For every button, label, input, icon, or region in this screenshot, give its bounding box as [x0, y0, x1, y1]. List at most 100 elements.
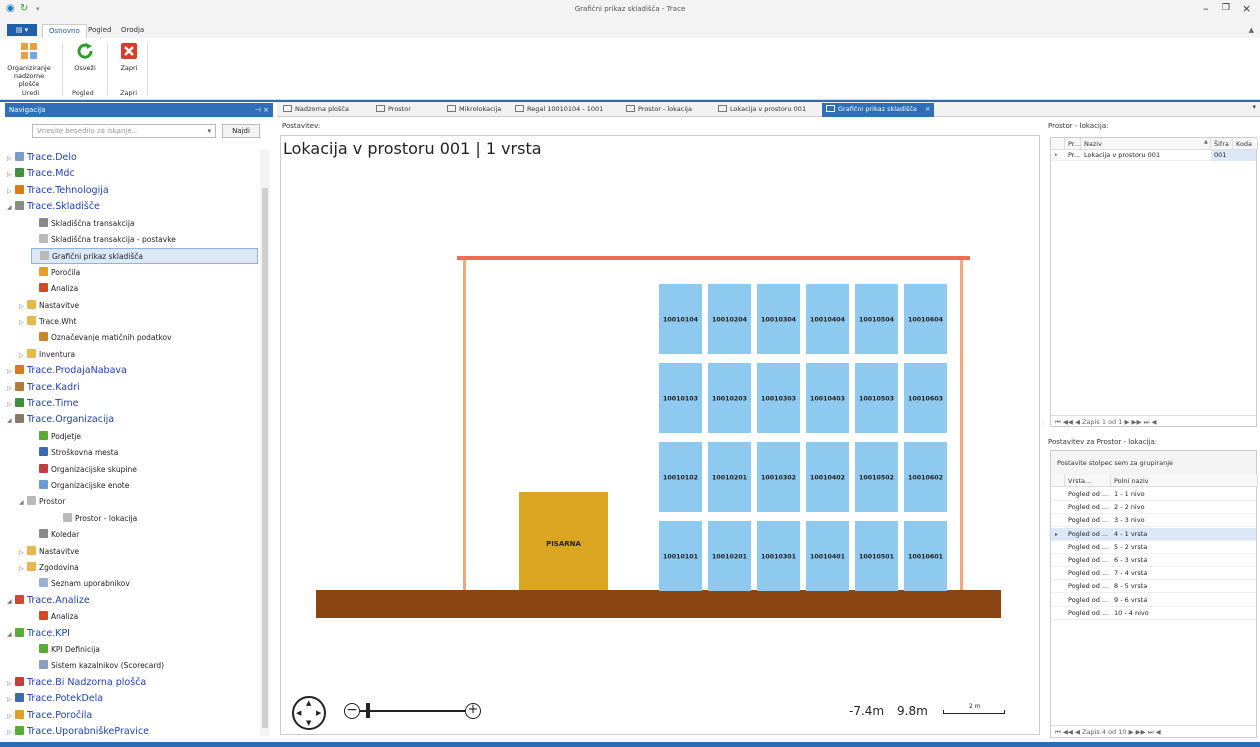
- sort-asc-icon[interactable]: ▲: [1204, 139, 1208, 145]
- expand-arrow-icon[interactable]: ▷: [7, 692, 15, 708]
- warehouse-scene[interactable]: PISARNA 10010104 10010204 10010304 10010404…: [283, 160, 1018, 630]
- expand-arrow-icon[interactable]: ▷: [7, 709, 15, 725]
- nav-item[interactable]: ▷ Trace.Bi Nadzorna plošča: [7, 675, 258, 691]
- col-header-pr[interactable]: Pr...: [1065, 138, 1081, 150]
- expand-arrow-icon[interactable]: ▷: [7, 151, 15, 167]
- doc-tab[interactable]: Regal 10010104 - 1001: [511, 103, 617, 117]
- nav-item[interactable]: ◢ Trace.Skladišče: [7, 199, 258, 215]
- minimize-icon[interactable]: –: [1203, 2, 1209, 15]
- pan-joystick-icon[interactable]: ▲ ▼ ◀ ▶: [292, 696, 326, 730]
- close-tab-icon[interactable]: ×: [923, 105, 930, 113]
- expand-arrow-icon[interactable]: ◢: [19, 495, 27, 511]
- col-header-sifra[interactable]: Šifra: [1211, 138, 1233, 150]
- table-row[interactable]: Pogled od ... 7 - 4 vrsta: [1051, 567, 1256, 581]
- doc-tab[interactable]: Nadzorna plošča: [279, 103, 367, 117]
- nav-item[interactable]: ◢ Trace.Organizacija: [7, 412, 258, 428]
- zoom-slider-thumb[interactable]: [366, 703, 370, 718]
- nav-item[interactable]: Analiza: [31, 281, 258, 297]
- zoom-slider[interactable]: [360, 710, 466, 712]
- doc-tab[interactable]: Lokacija v prostoru 001: [714, 103, 814, 117]
- nav-item[interactable]: Prostor - lokacija: [55, 511, 258, 527]
- nav-item[interactable]: Označevanje matičnih podatkov: [31, 330, 258, 346]
- close-button[interactable]: Zapri: [114, 42, 144, 72]
- chevron-down-icon[interactable]: ▾: [207, 125, 211, 137]
- zoom-out-icon[interactable]: −: [344, 703, 360, 719]
- nav-item[interactable]: ◢ Trace.KPI: [7, 626, 258, 642]
- expand-arrow-icon[interactable]: ▷: [7, 167, 15, 183]
- close-window-icon[interactable]: ×: [1242, 2, 1251, 15]
- col-header-polni-naziv[interactable]: Polni naziv: [1111, 475, 1258, 487]
- nav-item[interactable]: ▷ Trace.ProdajaNabava: [7, 363, 258, 379]
- table-row[interactable]: Pogled od ... 10 - 4 nivo: [1051, 607, 1256, 620]
- table-row[interactable]: Pogled od ... 8 - 5 vrsta: [1051, 580, 1256, 594]
- nav-item[interactable]: Skladiščna transakcija: [31, 216, 258, 232]
- file-menu-button[interactable]: ▤ ▾: [7, 24, 37, 36]
- expand-arrow-icon[interactable]: ▷: [7, 725, 15, 741]
- nav-item[interactable]: ◢ Prostor: [19, 494, 246, 510]
- table-row[interactable]: Pogled od ... 1 - 1 nivo: [1051, 488, 1256, 501]
- expand-arrow-icon[interactable]: ▷: [7, 184, 15, 200]
- table-row[interactable]: Pogled od ... 9 - 6 vrsta: [1051, 594, 1256, 607]
- expand-arrow-icon[interactable]: ▷: [7, 364, 15, 380]
- doc-tab[interactable]: Prostor: [372, 103, 438, 117]
- expand-arrow-icon[interactable]: ▷: [19, 315, 27, 331]
- nav-item[interactable]: Skladiščna transakcija - postavke: [31, 232, 258, 248]
- find-button[interactable]: Najdi: [222, 124, 260, 138]
- zoom-in-icon[interactable]: +: [465, 703, 481, 719]
- expand-arrow-icon[interactable]: ▷: [7, 676, 15, 692]
- nav-item[interactable]: Organizacijske skupine: [31, 462, 258, 478]
- table-row[interactable]: Pogled od ... 6 - 3 vrsta: [1051, 554, 1256, 567]
- table-row[interactable]: ▸ Pogled od ... 4 - 1 vrsta: [1051, 527, 1256, 541]
- expand-arrow-icon[interactable]: ▷: [19, 561, 27, 577]
- doc-tab[interactable]: Prostor - lokacija: [622, 103, 710, 117]
- doc-tab[interactable]: Grafični prikaz skladišča ×: [822, 103, 934, 117]
- tab-osnovno[interactable]: Osnovno: [42, 24, 87, 38]
- grid1-pager[interactable]: ⏮ ◀◀ ◀ Zapis 1 od 1 ▶ ▶▶ ⏭ ◀: [1051, 415, 1256, 427]
- col-header-koda[interactable]: Koda: [1233, 138, 1258, 150]
- nav-item[interactable]: ▷ Trace.Tehnologija: [7, 183, 258, 199]
- nav-item[interactable]: ◢ Trace.Analize: [7, 593, 258, 609]
- collapse-ribbon-icon[interactable]: ▲: [1249, 26, 1254, 34]
- col-header-vrsta[interactable]: Vrsta...: [1065, 475, 1111, 487]
- nav-item[interactable]: Organizacijske enote: [31, 478, 258, 494]
- expand-arrow-icon[interactable]: ◢: [7, 200, 15, 216]
- tab-pogled[interactable]: Pogled: [82, 24, 117, 38]
- table-row[interactable]: Pogled od ... 5 - 2 vrsta: [1051, 541, 1256, 554]
- scroll-thumb[interactable]: [262, 188, 268, 728]
- nav-item[interactable]: Koledar: [31, 527, 258, 543]
- expand-arrow-icon[interactable]: ▷: [19, 545, 27, 561]
- nav-item[interactable]: KPI Definicija: [31, 642, 258, 658]
- nav-item[interactable]: ▷ Trace.UporabniškePravice: [7, 724, 258, 740]
- panel-splitter[interactable]: ⋮: [1040, 420, 1046, 434]
- expand-arrow-icon[interactable]: ▷: [19, 348, 27, 364]
- tabs-dropdown-icon[interactable]: ▾: [1252, 103, 1256, 111]
- nav-item[interactable]: Analiza: [31, 609, 258, 625]
- organize-dashboard-button[interactable]: Organiziranje nadzorne plošče: [6, 42, 52, 88]
- table-row[interactable]: ▸ Pr... Lokacija v prostoru 001 001: [1051, 150, 1256, 161]
- expand-arrow-icon[interactable]: ◢: [7, 627, 15, 643]
- nav-item[interactable]: ▷ Inventura: [19, 347, 246, 363]
- table-row[interactable]: Pogled od ... 3 - 3 nivo: [1051, 514, 1256, 528]
- nav-item[interactable]: ▷ Zgodovina: [19, 560, 246, 576]
- doc-tab[interactable]: Mikrolokacija: [443, 103, 507, 117]
- nav-item[interactable]: ▷ Trace.Kadri: [7, 380, 258, 396]
- expand-arrow-icon[interactable]: ▷: [7, 381, 15, 397]
- nav-item[interactable]: Poročila: [31, 265, 258, 281]
- tab-orodja[interactable]: Orodja: [115, 24, 150, 38]
- col-header-naziv[interactable]: Naziv: [1081, 138, 1211, 150]
- nav-item[interactable]: ▷ Trace.Delo: [7, 150, 258, 166]
- nav-item[interactable]: Podjetje: [31, 429, 258, 445]
- nav-scrollbar[interactable]: [260, 150, 270, 736]
- table-row[interactable]: Pogled od ... 2 - 2 nivo: [1051, 501, 1256, 515]
- nav-item[interactable]: Seznam uporabnikov: [31, 576, 258, 592]
- expand-arrow-icon[interactable]: ▷: [19, 299, 27, 315]
- nav-item[interactable]: ▷ Trace.Poročila: [7, 708, 258, 724]
- restore-icon[interactable]: ❐: [1222, 3, 1230, 13]
- nav-item[interactable]: ▷ Trace.Time: [7, 396, 258, 412]
- expand-arrow-icon[interactable]: ◢: [7, 413, 15, 429]
- nav-item[interactable]: ▷ Nastavitve: [19, 298, 246, 314]
- nav-item[interactable]: Stroškovna mesta: [31, 445, 258, 461]
- nav-pin-close-icon[interactable]: ⊣ ×: [255, 103, 269, 117]
- nav-item[interactable]: ▷ Trace.Wht: [19, 314, 246, 330]
- expand-arrow-icon[interactable]: ◢: [7, 594, 15, 610]
